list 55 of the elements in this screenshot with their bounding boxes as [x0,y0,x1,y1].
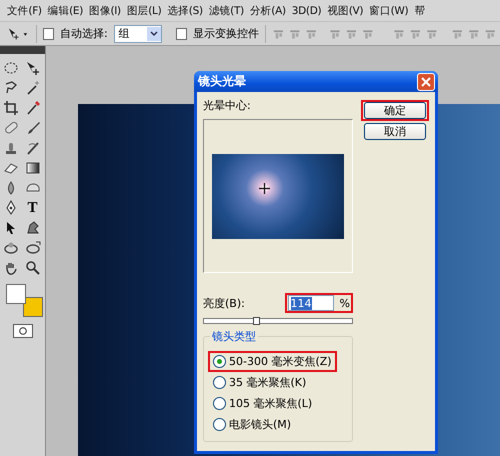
panel-header-bar [0,46,45,54]
brightness-label: 亮度(B): [203,296,246,310]
menu-item[interactable]: 选择(S) [164,4,206,18]
slider-thumb[interactable] [253,317,260,325]
rotate-icon[interactable] [24,240,40,256]
radio-indicator[interactable] [213,355,226,368]
text-tool[interactable]: T [24,200,40,216]
move-icon[interactable] [24,60,40,76]
target-dropdown[interactable]: 组 [114,24,162,42]
percent-unit: % [340,296,350,310]
orbit-icon[interactable] [2,240,18,256]
menu-item[interactable]: 图层(L) [124,4,164,18]
crop-icon[interactable] [2,100,18,116]
lens-type-radio[interactable]: 105 毫米聚焦(L) [211,395,314,412]
show-transform-label: 显示变换控件 [192,26,259,41]
zoom-icon[interactable] [24,260,40,276]
eyedropper-icon[interactable] [24,100,40,116]
cancel-button[interactable]: 取消 [364,123,426,140]
checkbox[interactable] [176,28,187,40]
lens-type-radio[interactable]: 电影镜头(M) [211,416,294,433]
menu-item[interactable]: 3D(D) [288,4,324,16]
menu-item[interactable]: 帮 [411,4,428,18]
menu-item[interactable]: 视图(V) [324,4,366,18]
checkbox[interactable] [42,28,54,40]
brightness-input[interactable]: 114 [288,295,334,311]
ok-button[interactable]: 确定 [364,102,426,119]
marquee-icon[interactable] [2,60,18,76]
radio-indicator[interactable] [213,397,226,410]
menu-item[interactable]: 图像(I) [86,4,124,18]
flare-preview[interactable] [212,154,344,238]
dialog-title: 镜头光晕 [198,73,246,90]
menu-item[interactable]: 编辑(E) [44,4,86,18]
close-button[interactable] [417,72,435,90]
wand-icon[interactable] [24,80,40,96]
quick-mask-icon[interactable] [12,324,32,338]
lens-type-radio[interactable]: 50-300 毫米变焦(Z) [211,353,334,370]
flare-center-label: 光晕中心: [203,98,252,113]
auto-select-label: 自动选择: [60,26,108,41]
history-brush-icon[interactable] [24,140,40,156]
menu-item[interactable]: 滤镜(T) [206,4,247,18]
shape-icon[interactable] [24,220,40,236]
background-swatch[interactable] [22,297,42,317]
menu-item[interactable]: 文件(F) [4,4,45,18]
lens-type-radio[interactable]: 35 毫米聚焦(K) [211,374,308,391]
gradient-icon[interactable] [24,160,40,176]
group-title: 镜头类型 [210,329,258,344]
radio-indicator[interactable] [213,376,226,389]
crosshair-icon[interactable] [259,182,270,194]
foreground-swatch[interactable] [6,284,26,304]
brightness-slider[interactable] [203,318,353,324]
menu-item[interactable]: 分析(A) [246,4,289,18]
radio-indicator[interactable] [213,418,226,431]
close-icon[interactable] [421,76,431,86]
move-tool-icon[interactable] [8,26,30,40]
menu-item[interactable]: 窗口(W) [366,4,412,18]
